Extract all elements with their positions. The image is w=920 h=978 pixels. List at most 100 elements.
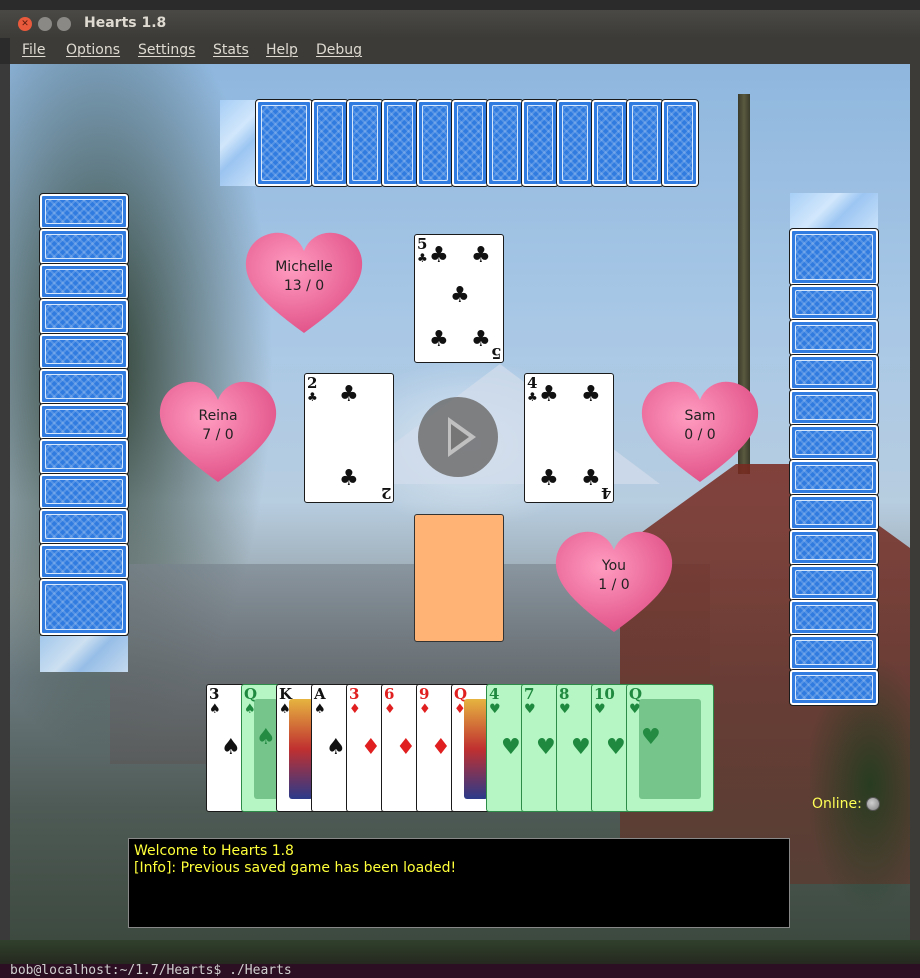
card-rank: 2 [380, 484, 391, 502]
hand-card-3-spade[interactable]: 3 ♠ ♠ [206, 684, 246, 812]
card-rank: 4 [527, 374, 538, 392]
card-rank: 7 [524, 685, 535, 703]
hand-card-7-heart[interactable]: 7 ♥ ♥ [521, 684, 561, 812]
card-rank: A [314, 685, 326, 703]
card-back [522, 100, 558, 186]
card-back [452, 100, 488, 186]
player-name: Sam [684, 408, 716, 424]
card-back [592, 100, 628, 186]
club-icon: ♣ [581, 382, 601, 407]
trick-card-top: 5 ♣ ♣ ♣ ♣ ♣ ♣ 5 [414, 234, 504, 363]
card-back [256, 100, 312, 186]
card-back [40, 439, 128, 474]
maximize-window-button[interactable] [57, 17, 71, 31]
club-icon: ♣ [527, 390, 538, 404]
card-back [347, 100, 383, 186]
card-back [417, 100, 453, 186]
heart-icon: ♥ [489, 702, 501, 717]
club-icon: ♣ [539, 466, 559, 491]
console-line: Welcome to Hearts 1.8 [134, 843, 294, 859]
hand-card-9-diamond[interactable]: 9 ♦ ♦ [416, 684, 456, 812]
card-back [790, 390, 878, 425]
player-heart-reina: Reina 7 / 0 [158, 378, 278, 488]
heart-icon: ♥ [606, 735, 626, 760]
card-rank: 2 [307, 374, 318, 392]
card-back [790, 425, 878, 460]
player-name: Reina [198, 408, 238, 424]
card-back [557, 100, 593, 186]
club-icon: ♣ [417, 251, 428, 265]
menu-file[interactable]: File [22, 42, 45, 58]
window-titlebar: ✕ Hearts 1.8 [0, 10, 920, 38]
card-back [487, 100, 523, 186]
card-back [790, 355, 878, 390]
spade-icon: ♠ [209, 702, 221, 717]
play-button[interactable] [418, 397, 498, 477]
hand-card-a-spade[interactable]: A ♠ ♠ [311, 684, 351, 812]
hand-card-8-heart[interactable]: 8 ♥ ♥ [556, 684, 596, 812]
hand-card-4-heart[interactable]: 4 ♥ ♥ [486, 684, 526, 812]
hand-card-k-spade[interactable]: K♠♠ [276, 684, 316, 812]
diamond-icon: ♦ [349, 702, 361, 717]
menu-help[interactable]: Help [266, 42, 298, 58]
minimize-window-button[interactable] [38, 17, 52, 31]
spade-icon: ♠ [221, 735, 241, 760]
right-pile-ghost [790, 193, 878, 229]
hand-card-q-diamond[interactable]: Q♦♦ [451, 684, 491, 812]
face-card-figure [464, 699, 488, 799]
hand-card-q-heart[interactable]: Q ♥ ♥ [626, 684, 714, 812]
card-rank: 5 [417, 235, 428, 253]
card-back [790, 495, 878, 530]
play-icon [451, 424, 469, 450]
card-back [40, 474, 128, 509]
face-card-figure [639, 699, 701, 799]
card-rank: 6 [384, 685, 395, 703]
card-back [40, 369, 128, 404]
face-card-figure [254, 699, 278, 799]
top-pile-ghost [220, 100, 256, 186]
hand-card-q-spade[interactable]: Q ♠ ♠ [241, 684, 281, 812]
diamond-icon: ♦ [384, 702, 396, 717]
player-score: 0 / 0 [684, 427, 716, 443]
close-window-button[interactable]: ✕ [18, 17, 32, 31]
card-back [40, 229, 128, 264]
spade-icon: ♠ [314, 702, 326, 717]
club-icon: ♣ [339, 466, 359, 491]
menu-options[interactable]: Options [66, 42, 120, 58]
card-back [312, 100, 348, 186]
player-heart-you: You 1 / 0 [554, 528, 674, 638]
card-back [790, 285, 878, 320]
heart-icon: ♥ [501, 735, 521, 760]
club-icon: ♣ [450, 283, 470, 308]
player-heart-sam: Sam 0 / 0 [640, 378, 760, 488]
menu-debug[interactable]: Debug [316, 42, 362, 58]
trick-card-right: 4 ♣ ♣ ♣ ♣ ♣ 4 [524, 373, 614, 503]
hand-card-3-diamond[interactable]: 3 ♦ ♦ [346, 684, 386, 812]
launcher-edge [0, 64, 10, 964]
left-pile-ghost [40, 636, 128, 672]
card-back [40, 299, 128, 334]
hand-card-6-diamond[interactable]: 6 ♦ ♦ [381, 684, 421, 812]
player-name: You [601, 558, 627, 574]
player-score: 7 / 0 [202, 427, 234, 443]
menu-stats[interactable]: Stats [213, 42, 249, 58]
console-line: [Info]: Previous saved game has been loa… [134, 860, 457, 876]
club-icon: ♣ [307, 390, 318, 404]
card-back [790, 530, 878, 565]
heart-icon: ♥ [524, 702, 536, 717]
card-back [790, 460, 878, 495]
card-rank: 4 [600, 484, 611, 502]
card-back [790, 670, 878, 705]
player-score: 13 / 0 [283, 278, 325, 294]
club-icon: ♣ [471, 327, 491, 352]
diamond-icon: ♦ [431, 735, 451, 760]
hand-card-10-heart[interactable]: 10 ♥ ♥ [591, 684, 631, 812]
card-back [40, 194, 128, 229]
club-icon: ♣ [581, 466, 601, 491]
card-rank: 3 [349, 685, 360, 703]
your-trick-slot [414, 514, 504, 642]
face-card-figure [289, 699, 313, 799]
card-rank: 5 [490, 344, 501, 362]
menu-settings[interactable]: Settings [138, 42, 195, 58]
card-back [40, 579, 128, 635]
